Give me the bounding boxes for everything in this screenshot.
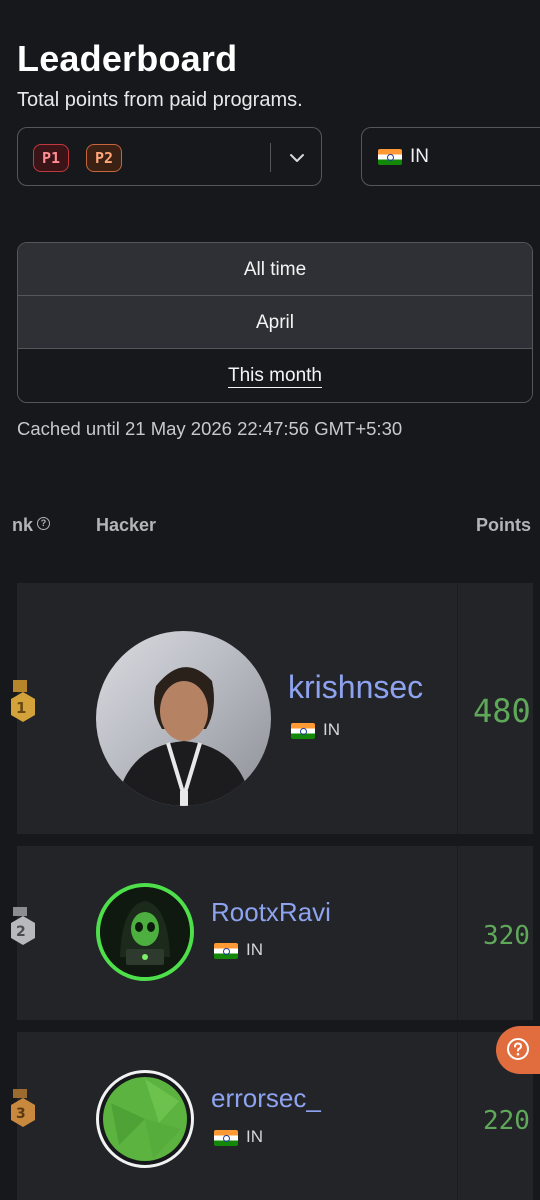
hacker-country: IN bbox=[214, 1127, 263, 1147]
hooded-alien-icon bbox=[100, 887, 190, 977]
gold-medal-icon: 1 bbox=[11, 680, 35, 722]
country-filter[interactable]: IN bbox=[361, 127, 540, 186]
page-subtitle: Total points from paid programs. bbox=[17, 89, 303, 111]
column-header-rank: nk? bbox=[12, 515, 51, 536]
medal-rank: 1 bbox=[16, 699, 26, 717]
severity-badge-p2[interactable]: P2 bbox=[86, 144, 123, 172]
country-filter-value: IN bbox=[410, 146, 429, 167]
chevron-down-icon[interactable] bbox=[286, 147, 308, 169]
column-header-hacker: Hacker bbox=[96, 515, 157, 535]
row-divider bbox=[457, 583, 458, 834]
hacker-country-code: IN bbox=[246, 940, 263, 959]
hacker-username[interactable]: krishnsec bbox=[288, 669, 423, 706]
silver-medal-icon: 2 bbox=[11, 907, 35, 945]
bronze-medal-icon: 3 bbox=[11, 1089, 35, 1127]
hacker-username[interactable]: RootxRavi bbox=[211, 897, 331, 928]
hacker-country: IN bbox=[291, 720, 340, 740]
severity-filter[interactable]: P1 P2 bbox=[17, 127, 322, 186]
period-april[interactable]: April bbox=[18, 296, 532, 349]
india-flag-icon bbox=[378, 149, 402, 165]
period-label: This month bbox=[228, 365, 322, 386]
period-all-time[interactable]: All time bbox=[18, 243, 532, 296]
hacker-points: 480 bbox=[473, 692, 531, 730]
help-button[interactable] bbox=[496, 1026, 540, 1074]
cache-status: Cached until 21 May 2026 22:47:56 GMT+5:… bbox=[17, 418, 403, 439]
hacker-country-code: IN bbox=[323, 720, 340, 739]
india-flag-icon bbox=[214, 1129, 238, 1146]
table-row[interactable]: 1 krishnsec IN 480 bbox=[11, 583, 533, 834]
select-divider bbox=[270, 143, 271, 172]
medal-rank: 2 bbox=[16, 924, 26, 940]
hacker-points: 220 bbox=[483, 1106, 530, 1136]
india-flag-icon bbox=[291, 722, 315, 739]
medal-rank: 3 bbox=[16, 1106, 26, 1122]
row-divider bbox=[457, 846, 458, 1020]
table-row[interactable]: 2 RootxRavi IN 320 bbox=[11, 846, 533, 1020]
avatar[interactable] bbox=[96, 1070, 194, 1168]
period-this-month[interactable]: This month bbox=[18, 349, 532, 402]
help-circle-icon bbox=[507, 1038, 529, 1060]
row-divider bbox=[457, 1032, 458, 1200]
page-title: Leaderboard bbox=[17, 38, 238, 79]
india-flag-icon bbox=[214, 942, 238, 959]
period-label: April bbox=[255, 312, 294, 333]
table-row[interactable]: 3 errorsec_ IN 220 bbox=[11, 1032, 533, 1200]
hacker-country-code: IN bbox=[246, 1127, 263, 1146]
hacker-username[interactable]: errorsec_ bbox=[211, 1083, 321, 1114]
hacker-country: IN bbox=[214, 940, 263, 960]
column-header-points: Points bbox=[476, 515, 532, 535]
green-geometric-avatar-icon bbox=[103, 1077, 187, 1161]
hacker-points: 320 bbox=[483, 921, 530, 951]
period-label: All time bbox=[243, 259, 307, 280]
user-photo-icon bbox=[116, 667, 252, 806]
avatar[interactable] bbox=[96, 631, 271, 806]
column-rank-label: nk bbox=[12, 515, 34, 535]
help-circle-icon[interactable]: ? bbox=[37, 517, 51, 530]
avatar[interactable] bbox=[96, 883, 194, 981]
severity-badge-p1[interactable]: P1 bbox=[33, 144, 70, 172]
period-selector: All time April This month bbox=[17, 242, 533, 403]
